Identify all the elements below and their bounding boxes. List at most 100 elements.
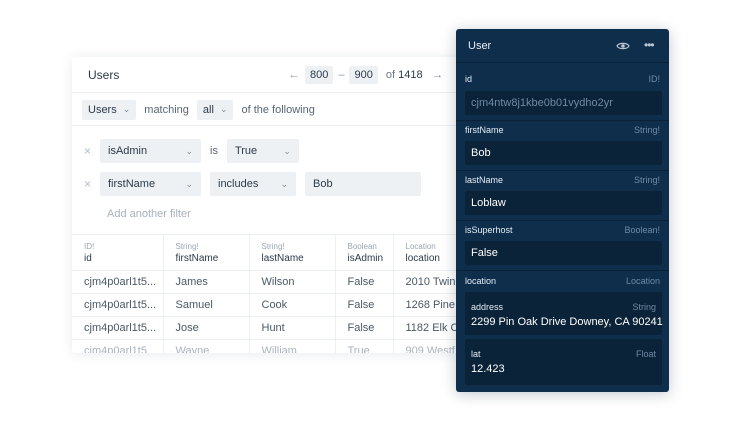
filter-operator-label: is [210,145,218,157]
lat-label: lat Float [471,349,656,359]
cell-firstname[interactable]: Wayne [163,339,250,353]
cell-lastname[interactable]: Hunt [249,316,336,340]
column-type: String! [175,242,199,251]
id-field: cjm4ntw8j1kbe0b01vydho2yr [465,91,662,115]
cell-lastname[interactable]: William [249,339,336,353]
page-to[interactable]: 900 [349,66,378,84]
filter-field-select[interactable]: isAdmin ⌄ [100,139,201,163]
cell-isadmin[interactable]: False [335,293,394,317]
column-name: isAdmin [347,253,384,264]
match-mode-select[interactable]: all ⌄ [196,99,234,120]
remove-filter-icon[interactable]: × [72,177,100,191]
users-table: ID! id String! firstName String! lastName B… [72,234,472,353]
table-row[interactable]: cjm4p0arl1t5... James Wilson False 2010 … [72,270,472,294]
field-name: address [471,302,504,312]
cell-firstname[interactable]: Jose [163,316,250,340]
filter-operator-select[interactable]: includes ⌄ [210,172,296,196]
cell-lastname[interactable]: Wilson [249,270,336,294]
column-header-firstname[interactable]: String! firstName [163,234,250,271]
filter-row: × isAdmin ⌄ is True ⌄ [72,139,299,163]
column-header-isadmin[interactable]: Boolean isAdmin [335,234,394,271]
model-select[interactable]: Users ⌄ [82,99,137,120]
cell-firstname[interactable]: Samuel [163,293,250,317]
filter-operator-value: includes [218,178,259,190]
cell-id[interactable]: cjm4p0arl1t5... [72,293,164,317]
field-name: lastName [465,175,504,185]
page-total-label: of 1418 [386,69,423,81]
field-type: Location [625,276,660,286]
table-header-row: ID! id String! firstName String! lastName B… [72,234,472,271]
field-name: firstName [465,125,504,135]
divider [456,170,669,171]
cell-isadmin[interactable]: True [335,339,394,353]
filter-value-select[interactable]: True ⌄ [226,139,299,163]
firstname-field[interactable]: Bob [465,141,662,165]
column-type: String! [261,242,285,251]
divider [456,270,669,271]
filter-field-select[interactable]: firstName ⌄ [100,172,201,196]
users-card: Users ← 800 – 900 of 1418 → Users ⌄ match… [72,57,472,353]
column-name: location [405,253,440,264]
column-header-lastname[interactable]: String! lastName [249,234,336,271]
field-type: String! [633,125,660,135]
chevron-down-icon: ⌄ [185,145,193,156]
cell-firstname[interactable]: James [163,270,250,294]
column-header-id[interactable]: ID! id [72,234,164,271]
table-row[interactable]: cjm4p0arl1t5... Samuel Cook False 1268 P… [72,293,472,317]
field-name: lat [471,349,481,359]
chevron-down-icon: ⌄ [283,145,291,156]
model-select-value: Users [88,103,117,116]
lat-field[interactable]: lat Float 12.423 [465,339,662,385]
arrow-left-icon[interactable]: ← [287,69,301,81]
matching-label: matching [144,103,189,116]
field-label-id: id ID! [465,72,660,86]
field-label-lastname: lastName String! [465,173,660,187]
cell-isadmin[interactable]: False [335,270,394,294]
address-field[interactable]: address String 2299 Pin Oak Drive Downey… [465,292,663,335]
field-name: isSuperhost [465,225,513,235]
table-row[interactable]: cjm4p0arl1t5 Wayne William True 909 West… [72,339,472,353]
column-name: lastName [261,253,304,264]
column-name: id [84,253,92,264]
add-filter-link[interactable]: Add another filter [107,208,191,220]
page-from[interactable]: 800 [305,66,334,84]
page-dash: – [338,69,345,81]
cell-id[interactable]: cjm4p0arl1t5 [72,339,164,353]
lastname-field[interactable]: Loblaw [465,191,662,215]
eye-icon[interactable] [616,39,630,53]
field-name: id [465,74,473,84]
field-type: Float [635,349,656,359]
chevron-down-icon: ⌄ [185,178,193,189]
field-label-firstname: firstName String! [465,123,660,137]
remove-filter-icon[interactable]: × [72,144,100,158]
issuperhost-field[interactable]: False [465,241,662,265]
lat-value[interactable]: 12.423 [471,363,505,375]
filter-value: True [234,145,258,157]
chevron-down-icon: ⌄ [122,104,131,114]
users-title: Users [88,68,120,82]
column-type: Location [405,242,436,251]
pagination: ← 800 – 900 of 1418 → [287,65,445,85]
panel-header: User ••• [456,29,669,63]
chevron-down-icon: ⌄ [219,104,228,114]
users-card-header: Users ← 800 – 900 of 1418 → [72,57,472,93]
cell-id[interactable]: cjm4p0arl1t5... [72,316,164,340]
field-type: Boolean! [624,225,660,235]
page-total: 1418 [398,69,423,81]
cell-lastname[interactable]: Cook [249,293,336,317]
filter-value-input[interactable]: Bob [305,172,421,196]
cell-id[interactable]: cjm4p0arl1t5... [72,270,164,294]
arrow-right-icon[interactable]: → [431,69,445,81]
panel-title: User [468,40,492,52]
filter-field-value: isAdmin [108,145,148,157]
more-icon[interactable]: ••• [644,38,655,52]
column-type: ID! [84,242,95,251]
column-type: Boolean [347,242,377,251]
cell-isadmin[interactable]: False [335,316,394,340]
filter-row: × firstName ⌄ includes ⌄ Bob [72,172,421,196]
address-value[interactable]: 2299 Pin Oak Drive Downey, CA 90241 [471,316,663,328]
field-label-issuperhost: isSuperhost Boolean! [465,223,660,237]
table-row[interactable]: cjm4p0arl1t5... Jose Hunt False 1182 Elk… [72,316,472,340]
address-label: address String [471,302,656,312]
chevron-down-icon: ⌄ [280,178,288,189]
